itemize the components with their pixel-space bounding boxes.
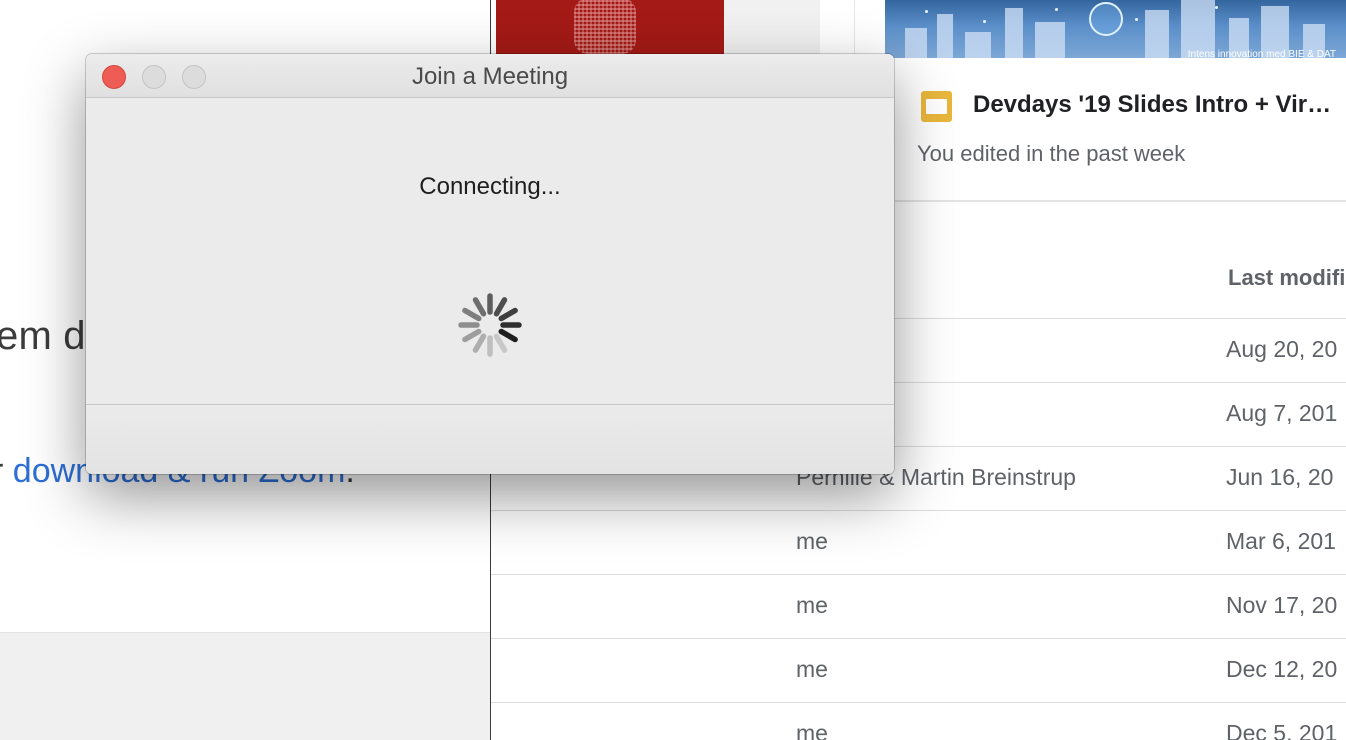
spinner-spoke [462,307,482,322]
file-last-modified: Nov 17, 20 [1226,592,1338,618]
thumbnail-caption: Intens innovation med BIE & DAT [1187,49,1336,58]
file-thumbnail-city[interactable]: Intens innovation med BIE & DAT [885,0,1346,58]
file-last-modified: Mar 6, 201 [1226,528,1336,554]
launch-page-heading: em di [0,314,95,358]
file-row[interactable]: me Nov 17, 20 [491,574,1346,638]
file-owner: me [796,528,828,554]
city-building [1035,22,1065,58]
suggested-file-reason: You edited in the past week [917,141,1186,166]
skull-art-image [574,0,636,54]
network-dot [1055,8,1058,11]
file-last-modified: Aug 7, 201 [1226,400,1338,426]
connection-status: Connecting... [419,173,561,200]
city-building [1005,8,1023,58]
network-dot [1135,18,1138,21]
city-building [965,32,991,58]
dialog-footer [86,404,894,474]
file-owner: me [796,656,828,682]
file-owner: me [796,592,828,618]
dialog-titlebar[interactable]: Join a Meeting [86,54,894,98]
network-dot [925,10,928,13]
network-dot [1215,6,1218,9]
loading-spinner-icon [458,293,522,357]
file-thumbnail-red[interactable] [496,0,724,56]
dialog-body: Connecting... [86,99,894,404]
google-slides-icon [921,91,952,122]
spinner-spoke [498,307,518,322]
file-last-modified: Aug 20, 20 [1226,336,1338,362]
spinner-spoke [498,328,518,343]
city-building [937,14,953,58]
spinner-spoke [462,328,482,343]
file-owner: me [796,720,828,740]
dialog-title: Join a Meeting [411,63,569,90]
slides-icon-window [926,99,947,114]
city-building [905,28,927,58]
suggested-cards-border [895,200,1346,202]
city-building [1145,10,1169,58]
launch-page-footer [0,632,491,740]
location-pin-icon [1089,2,1123,36]
network-dot [983,20,986,23]
desktop: em di r download & run Zoom. [0,0,1346,740]
column-header-last-modified[interactable]: Last modifi [1228,265,1345,291]
file-last-modified: Dec 12, 20 [1226,656,1338,682]
spinner-spoke [472,333,487,353]
file-last-modified: Jun 16, 20 [1226,464,1334,490]
spinner-spoke [493,333,508,353]
spinner-spoke [493,297,508,317]
file-row[interactable]: me Dec 12, 20 [491,638,1346,702]
thumbnail-background [724,0,820,58]
suggested-file-title[interactable]: Devdays '19 Slides Intro + Vir… [973,91,1331,119]
file-last-modified: Dec 5, 201 [1226,720,1338,740]
launch-prefix: r [0,452,13,490]
file-row[interactable]: me Dec 5, 201 [491,702,1346,740]
join-meeting-dialog: Join a Meeting Connecting... [86,54,894,474]
file-row[interactable]: me Mar 6, 201 [491,510,1346,574]
spinner-spoke [472,297,487,317]
